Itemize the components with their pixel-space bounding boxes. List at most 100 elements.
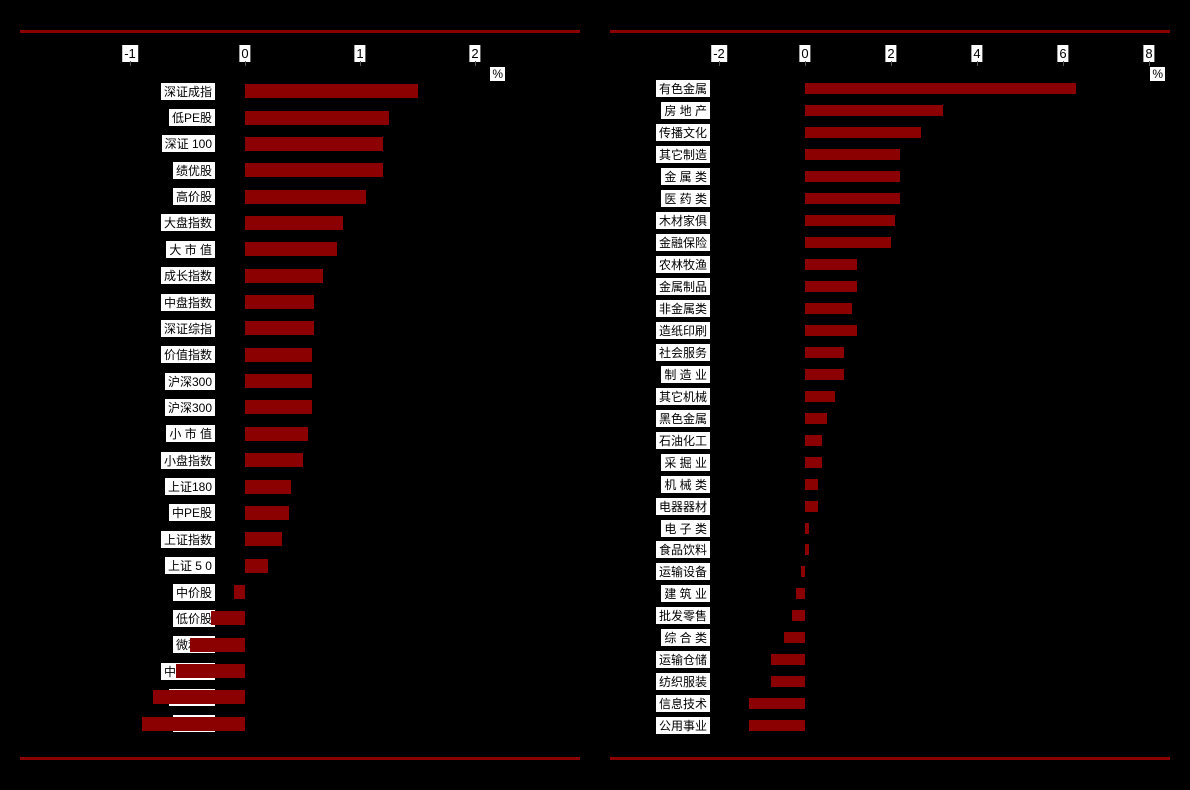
bar-row: 食品饮料 xyxy=(610,541,1170,559)
bar-row: 纺织服装 xyxy=(610,673,1170,691)
bar-row: 大盘指数 xyxy=(20,212,580,234)
bar-rect xyxy=(245,532,282,546)
bar-label: 食品饮料 xyxy=(656,541,710,558)
bar-label: 成长指数 xyxy=(161,267,215,284)
bar-rect xyxy=(749,698,805,709)
bar-label: 大 市 值 xyxy=(166,241,215,258)
bar-row: 沪深300 xyxy=(20,396,580,418)
bar-rect xyxy=(211,611,246,625)
tick-1: 1 xyxy=(354,45,365,62)
bar-label: 电 子 类 xyxy=(661,520,710,537)
bar-row: 上证指数 xyxy=(20,528,580,550)
bar-row: 制 造 业 xyxy=(610,365,1170,383)
bar-row: 微利股 xyxy=(20,634,580,656)
bar-label: 制 造 业 xyxy=(661,366,710,383)
bar-label: 有色金属 xyxy=(656,80,710,97)
bar-label: 运输仓储 xyxy=(656,651,710,668)
bar-label: 绩优股 xyxy=(173,162,215,179)
bar-label: 石油化工 xyxy=(656,432,710,449)
bar-label: 造纸印刷 xyxy=(656,322,710,339)
bar-row: 高价股 xyxy=(20,186,580,208)
tick-r4: 4 xyxy=(971,45,982,62)
bar-row: 其它机械 xyxy=(610,387,1170,405)
bar-rect xyxy=(805,149,900,160)
bar-label: 低价股 xyxy=(173,610,215,627)
bar-label: 小 市 值 xyxy=(166,425,215,442)
bar-rect xyxy=(796,588,805,599)
bar-label: 机 械 类 xyxy=(661,476,710,493)
tick-r0: 0 xyxy=(799,45,810,62)
bar-rect xyxy=(784,632,806,643)
bar-label: 其它机械 xyxy=(656,388,710,405)
bar-rect xyxy=(245,374,312,388)
bar-rect xyxy=(805,237,891,248)
bar-row: 公用事业 xyxy=(610,717,1170,735)
bar-label: 传播文化 xyxy=(656,124,710,141)
bar-label: 综 合 类 xyxy=(661,629,710,646)
tick-neg2: -2 xyxy=(711,45,727,62)
tick-r6: 6 xyxy=(1057,45,1068,62)
bar-label: 高价股 xyxy=(173,188,215,205)
bar-label: 木材家俱 xyxy=(656,212,710,229)
bar-row: 有色金属 xyxy=(610,80,1170,98)
bar-rect xyxy=(142,717,246,731)
bar-rect xyxy=(153,690,245,704)
bar-row: 医 药 类 xyxy=(610,190,1170,208)
bar-rect xyxy=(245,480,291,494)
bar-row: 中小板指 xyxy=(20,660,580,682)
x-axis-right: -2 0 2 4 6 8 % xyxy=(610,43,1170,73)
bar-row: 深证 100 xyxy=(20,133,580,155)
bar-label: 低PE股 xyxy=(169,109,215,126)
bar-label: 纺织服装 xyxy=(656,673,710,690)
bar-rect xyxy=(245,190,366,204)
bar-label: 沪深300 xyxy=(165,373,215,390)
bar-row: 价值指数 xyxy=(20,344,580,366)
bar-rect xyxy=(245,84,418,98)
bar-rect xyxy=(234,585,246,599)
bar-row: 中价股 xyxy=(20,581,580,603)
bar-row: 造纸印刷 xyxy=(610,321,1170,339)
tick-neg1: -1 xyxy=(122,45,138,62)
bar-rect xyxy=(805,281,857,292)
bar-label: 建 筑 业 xyxy=(661,585,710,602)
bar-rect xyxy=(805,544,809,555)
bar-row: 小 市 值 xyxy=(20,423,580,445)
charts-container: -1 0 1 2 % 深证成指低PE股深证 100绩优股高价股大盘指数大 市 值… xyxy=(0,0,1190,790)
bar-rect xyxy=(245,348,312,362)
bar-rect xyxy=(805,347,844,358)
bar-row: 中PE股 xyxy=(20,502,580,524)
bar-label: 深证成指 xyxy=(161,83,215,100)
bar-row: 低PE股 xyxy=(20,107,580,129)
bar-rect xyxy=(805,303,852,314)
bar-row: 运输仓储 xyxy=(610,651,1170,669)
bar-label: 价值指数 xyxy=(161,346,215,363)
bar-row: 低价股 xyxy=(20,607,580,629)
bar-label: 信息技术 xyxy=(656,695,710,712)
bar-label: 中PE股 xyxy=(169,504,215,521)
bar-label: 中价股 xyxy=(173,584,215,601)
bar-rect xyxy=(245,506,289,520)
bar-row: 深证综指 xyxy=(20,317,580,339)
bar-rect xyxy=(190,638,245,652)
bar-label: 深证 100 xyxy=(162,135,215,152)
bar-label: 金属制品 xyxy=(656,278,710,295)
bar-row: 沪深300 xyxy=(20,370,580,392)
bar-label: 中盘指数 xyxy=(161,294,215,311)
chart-panel-right: -2 0 2 4 6 8 % 有色金属房 地 产传播文化其它制造金 属 类医 药… xyxy=(610,30,1170,760)
bar-label: 运输设备 xyxy=(656,563,710,580)
bar-label: 非金属类 xyxy=(656,300,710,317)
bar-rect xyxy=(805,435,822,446)
bar-rect xyxy=(805,413,827,424)
bar-rect xyxy=(245,427,308,441)
tick-r2: 2 xyxy=(885,45,896,62)
bar-row: 社会服务 xyxy=(610,343,1170,361)
bar-rect xyxy=(805,193,900,204)
bar-row: 金 属 类 xyxy=(610,168,1170,186)
tick-0: 0 xyxy=(239,45,250,62)
bar-row: 上证 5 0 xyxy=(20,555,580,577)
bar-rect xyxy=(245,163,383,177)
bar-row: 绩优股 xyxy=(20,159,580,181)
bar-row: 亏损股 xyxy=(20,713,580,735)
bar-rect xyxy=(245,400,312,414)
bar-rect xyxy=(245,137,383,151)
